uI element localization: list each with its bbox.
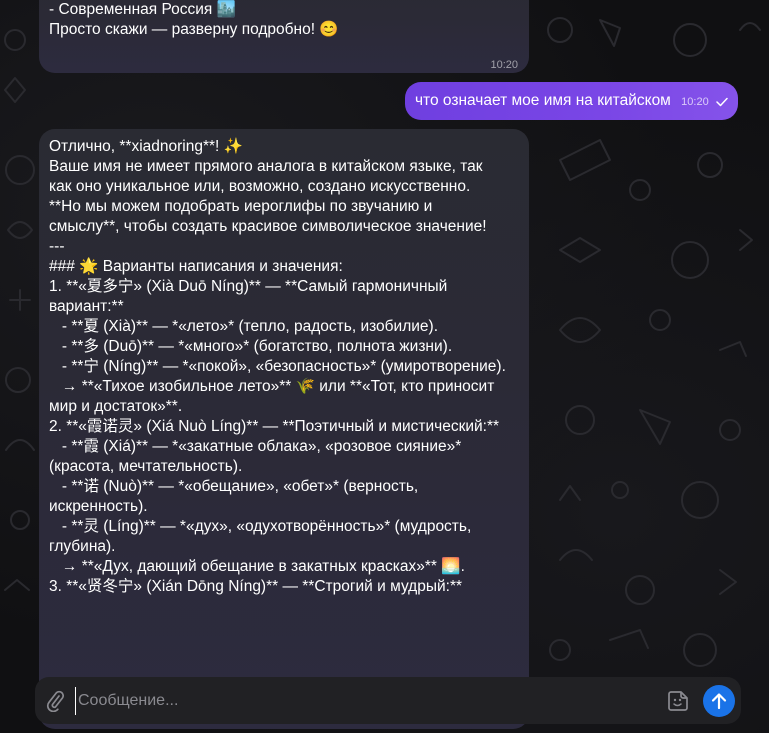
message-line: - **多 (Duō)** — *«много»* (богатство, по… bbox=[49, 338, 453, 355]
message-line: 1. **«夏多宁» (Xià Duō Níng)** — **Самый га… bbox=[49, 278, 448, 295]
sticker-icon[interactable] bbox=[667, 690, 689, 712]
message-line: - **诺 (Nuò)** — *«обещание», «обет»* (ве… bbox=[49, 478, 419, 495]
message-line: глубина). bbox=[49, 538, 116, 555]
message-line: - **宁 (Níng)** — *«покой», «безопасность… bbox=[49, 358, 506, 375]
message-input[interactable] bbox=[75, 687, 660, 715]
message-line: → **«Дух, дающий обещание в закатных кра… bbox=[49, 558, 465, 575]
message-time: 10:20 bbox=[681, 96, 709, 108]
message-line: ### 🌟 Варианты написания и значения: bbox=[49, 258, 343, 275]
message-line: вариант:** bbox=[49, 298, 124, 315]
message-line: - Современная Россия 🏙️ bbox=[49, 1, 236, 18]
message-line: 2. **«霞诺灵» (Xiá Nuò Líng)** — **Поэтичны… bbox=[49, 418, 500, 435]
message-line: 3. **«贤冬宁» (Xián Dōng Níng)** — **Строги… bbox=[49, 578, 463, 595]
message-line: искренность). bbox=[49, 498, 148, 515]
arrow-up-icon bbox=[711, 693, 727, 710]
message-line: как оно уникальное или, возможно, создан… bbox=[49, 178, 471, 195]
message-line: → **«Тихое изобильное лето»** 🌾 или **«Т… bbox=[49, 378, 495, 395]
message-text: что означает мое имя на китайском bbox=[414, 92, 671, 109]
message-composer bbox=[35, 677, 741, 724]
message-line: - **霞 (Xiá)** — *«закатные облака», «роз… bbox=[49, 438, 462, 455]
message-bubble-outgoing[interactable]: что означает мое имя на китайском 10:20 bbox=[404, 82, 738, 120]
paperclip-icon[interactable] bbox=[45, 690, 65, 712]
message-line: Ваше имя не имеет прямого аналога в кита… bbox=[49, 158, 483, 175]
message-line: - **灵 (Líng)** — *«дух», «одухотворённос… bbox=[49, 518, 472, 535]
message-bubble-incoming[interactable]: - Современная Россия 🏙️ Просто скажи — р… bbox=[39, 0, 529, 73]
check-icon bbox=[716, 97, 728, 107]
message-line: Просто скажи — разверну подробно! 😊 bbox=[49, 21, 339, 38]
message-line: смыслу**, чтобы создать красивое символи… bbox=[49, 218, 487, 235]
message-time: 10:20 bbox=[490, 59, 518, 71]
send-button[interactable] bbox=[703, 685, 735, 717]
chat-area: - Современная Россия 🏙️ Просто скажи — р… bbox=[0, 0, 769, 733]
message-line: --- bbox=[49, 238, 65, 255]
message-bubble-incoming[interactable]: Отлично, **xiadnoring**! ✨ Ваше имя не и… bbox=[39, 129, 529, 729]
message-line: - **夏 (Xià)** — *«лето»* (тепло, радость… bbox=[49, 318, 438, 335]
message-line: **Но мы можем подобрать иероглифы по зву… bbox=[49, 198, 433, 215]
message-line: мир и достаток»**. bbox=[49, 398, 183, 415]
message-line: Отлично, **xiadnoring**! ✨ bbox=[49, 138, 243, 155]
message-line: (красота, мечтательность). bbox=[49, 458, 243, 475]
